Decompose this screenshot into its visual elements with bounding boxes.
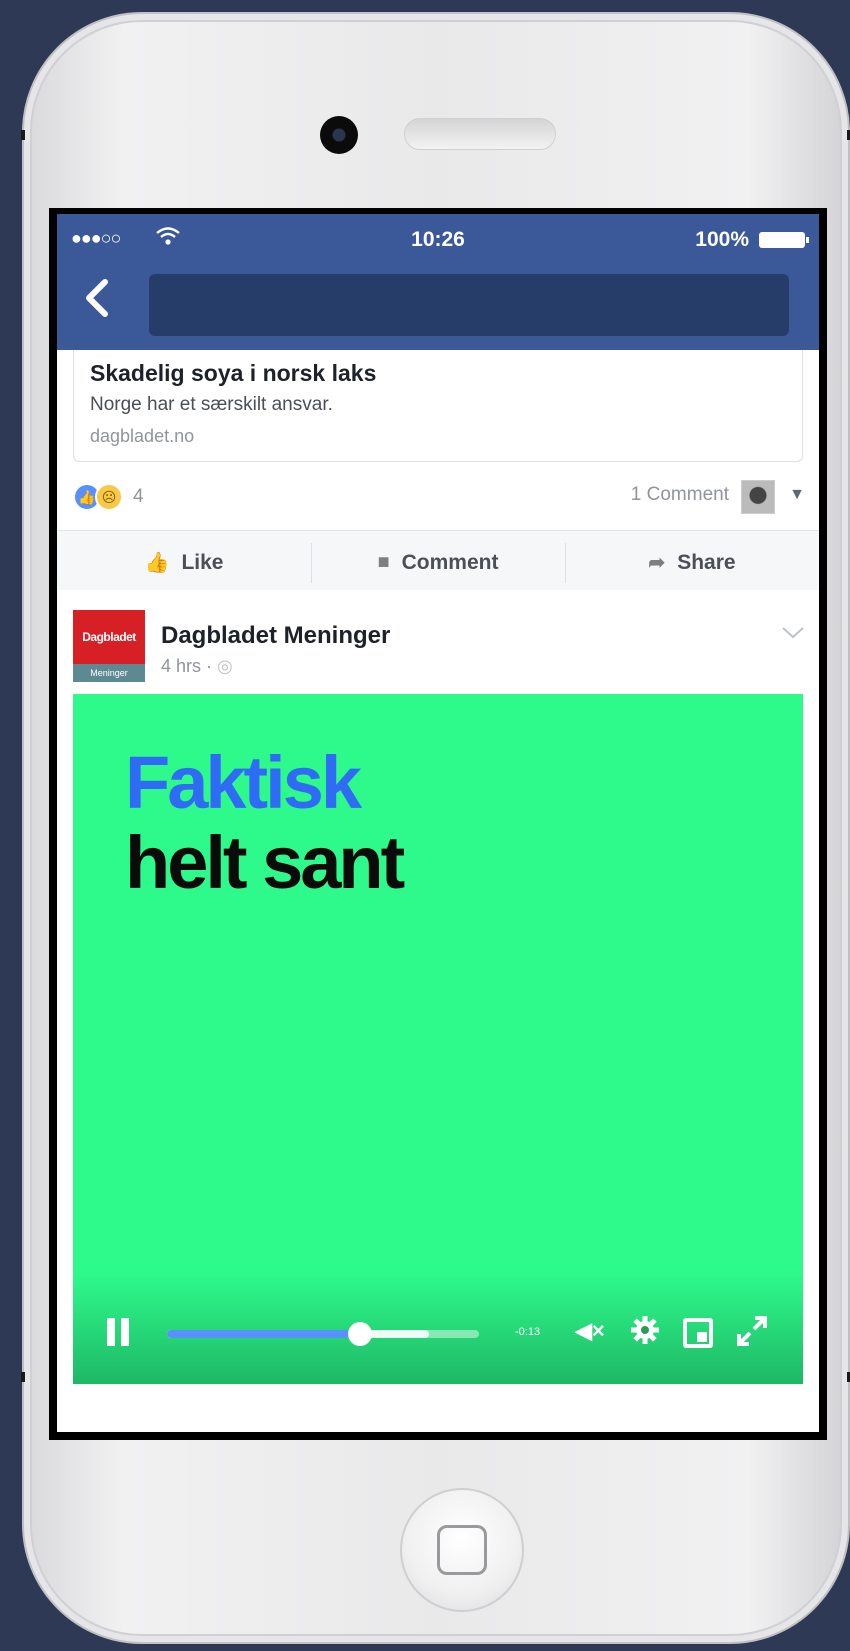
caret-down-icon[interactable]: ▼ (789, 486, 805, 504)
pause-bar (107, 1318, 115, 1346)
sad-reaction-icon: ☹ (95, 483, 123, 511)
video-headline-2: helt sant (125, 821, 405, 904)
video-headline-1: Faktisk (125, 741, 362, 824)
page-avatar[interactable]: Dagbladet Meninger (73, 610, 145, 682)
share-arrow-icon: ➦ (648, 552, 666, 574)
comment-count[interactable]: 1 Comment (631, 484, 729, 506)
logo-subtext: Meninger (73, 664, 145, 682)
gear-glyph (631, 1316, 659, 1344)
speech-bubble-icon: ■ (377, 551, 390, 573)
chevron-glyph (782, 627, 804, 639)
like-label: Like (181, 550, 224, 574)
app-header: ●●●○○ 10:26 100% (57, 214, 819, 350)
video-controls: -0:13 ◀× (73, 1274, 803, 1384)
thumbs-up-icon: 👍 (144, 552, 170, 574)
time-remaining: -0:13 (515, 1326, 541, 1338)
reactions-summary[interactable]: 👍 ☹ 4 (73, 482, 144, 512)
pause-bar (121, 1318, 129, 1346)
expand-glyph (737, 1316, 767, 1346)
reaction-count: 4 (133, 486, 144, 507)
share-label: Share (677, 550, 736, 574)
phone-screen: ●●●○○ 10:26 100% Skadelig soya i norsk l… (49, 208, 827, 1440)
earpiece-speaker (404, 118, 556, 150)
fullscreen-icon[interactable] (735, 1314, 769, 1355)
post-meta: 4 hrs · ◎ (161, 656, 233, 677)
comment-label: Comment (401, 550, 499, 574)
like-button[interactable]: 👍 Like (57, 531, 311, 594)
action-bar: 👍 Like ■ Comment ➦ Share (57, 530, 819, 594)
link-title: Skadelig soya i norsk laks (90, 360, 377, 386)
gear-icon[interactable] (629, 1314, 661, 1353)
side-marker (21, 1372, 25, 1382)
progress-fill (167, 1330, 361, 1338)
comment-button[interactable]: ■ Comment (311, 531, 565, 594)
logo-text: Dagbladet (82, 630, 136, 644)
app-viewport: ●●●○○ 10:26 100% Skadelig soya i norsk l… (57, 214, 819, 1432)
search-input[interactable] (149, 274, 789, 336)
video-player[interactable]: Faktisk helt sant -0:13 ◀× (73, 694, 803, 1384)
share-button[interactable]: ➦ Share (565, 531, 819, 594)
post-timestamp: 4 hrs · (161, 656, 218, 676)
front-camera (320, 116, 358, 154)
link-description: Norge har et særskilt ansvar. (90, 394, 333, 415)
picture-in-picture-icon[interactable] (683, 1318, 713, 1348)
side-marker (21, 130, 25, 140)
page-name-link[interactable]: Dagbladet Meninger (161, 622, 390, 650)
link-preview[interactable]: Skadelig soya i norsk laks Norge har et … (73, 350, 803, 462)
home-button[interactable] (400, 1488, 524, 1612)
feed-post: Dagbladet Meninger Dagbladet Meninger 4 … (57, 590, 819, 1432)
progress-slider[interactable] (167, 1322, 479, 1346)
chevron-left-icon (86, 279, 108, 317)
link-domain: dagbladet.no (90, 426, 195, 446)
avatar[interactable] (741, 480, 775, 514)
mute-icon[interactable]: ◀× (575, 1318, 605, 1344)
home-square-icon (437, 1525, 487, 1575)
pause-button[interactable] (107, 1318, 133, 1348)
back-button[interactable] (81, 276, 121, 326)
status-bar: ●●●○○ 10:26 100% (57, 227, 819, 252)
battery-icon (759, 232, 809, 248)
battery-percent: 100% (695, 228, 749, 251)
progress-handle[interactable] (348, 1322, 373, 1346)
globe-icon: ◎ (217, 656, 233, 676)
chevron-down-icon[interactable] (781, 620, 805, 646)
